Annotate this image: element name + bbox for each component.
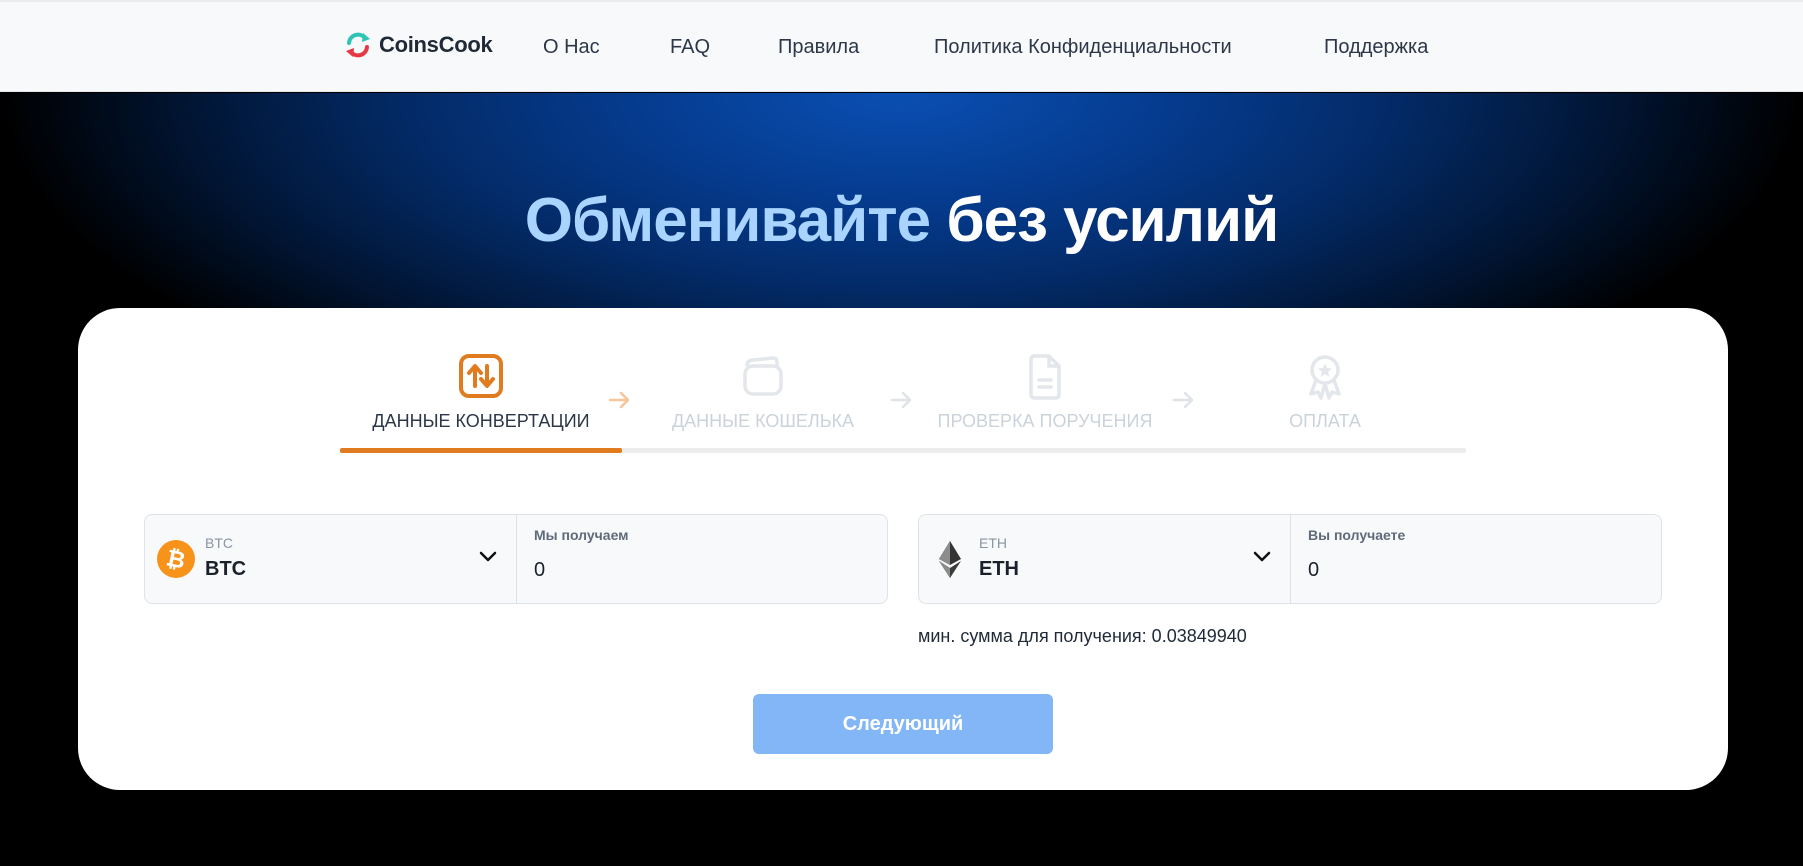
step-label: ОПЛАТА — [1289, 411, 1361, 431]
swap-arrows-icon — [459, 354, 503, 398]
bitcoin-icon: ₿ — [157, 540, 195, 578]
ethereum-icon — [939, 541, 961, 578]
step-label: ДАННЫЕ КОШЕЛЬКА — [671, 411, 855, 431]
hero-title: Обменивайте без усилий — [0, 185, 1803, 256]
receive-amount-input[interactable] — [1308, 555, 1638, 585]
step-label: ДАННЫЕ КОНВЕРТАЦИИ — [372, 411, 590, 431]
award-badge-icon — [1309, 355, 1341, 400]
nav-faq[interactable]: FAQ — [670, 36, 710, 59]
nav-about[interactable]: О Нас — [543, 36, 600, 59]
hero-title-accent: Обменивайте — [524, 186, 931, 255]
nav-support[interactable]: Поддержка — [1324, 36, 1428, 59]
step-label: ПРОВЕРКА ПОРУЧЕНИЯ — [937, 411, 1153, 431]
send-amount-label: Мы получаем — [534, 527, 629, 543]
hero-title-rest: без усилий — [946, 186, 1279, 255]
stepper-progress-fill — [340, 448, 622, 453]
brand-name: CoinsCook — [379, 32, 493, 57]
brand-logo[interactable]: CoinsCook — [343, 30, 493, 60]
send-currency-box: ₿ BTC BTC Мы получаем — [144, 514, 888, 604]
receive-amount-label: Вы получаете — [1308, 527, 1406, 543]
receive-ticker-caption: ETH — [979, 535, 1007, 551]
arrow-right-icon — [608, 391, 630, 409]
arrow-right-icon — [1172, 391, 1194, 409]
receive-ticker: ETH — [979, 558, 1019, 580]
receive-currency-select[interactable]: ETH ETH — [919, 515, 1291, 603]
top-navbar: CoinsCook О Нас FAQ Правила Политика Кон… — [0, 0, 1803, 92]
nav-rules[interactable]: Правила — [778, 36, 859, 59]
send-amount-input[interactable] — [534, 555, 864, 585]
chevron-down-icon — [1253, 551, 1271, 562]
send-ticker: BTC — [205, 558, 247, 580]
arrow-right-icon — [890, 391, 912, 409]
exchange-card: ДАННЫЕ КОНВЕРТАЦИИ ДАННЫЕ КОШЕЛЬКА ПРОВЕ… — [78, 308, 1728, 790]
document-icon — [1029, 354, 1061, 400]
nav-privacy-policy[interactable]: Политика Конфиденциальности — [934, 36, 1232, 59]
send-ticker-caption: BTC — [205, 535, 233, 551]
exchange-logo-icon — [346, 32, 370, 58]
min-amount-note: мин. сумма для получения: 0.03849940 — [918, 626, 1247, 646]
send-currency-select[interactable]: ₿ BTC BTC — [145, 515, 517, 603]
receive-currency-box: ETH ETH Вы получаете — [918, 514, 1662, 604]
chevron-down-icon — [479, 551, 497, 562]
next-button[interactable]: Следующий — [753, 694, 1053, 754]
wallet-icon — [743, 356, 783, 396]
